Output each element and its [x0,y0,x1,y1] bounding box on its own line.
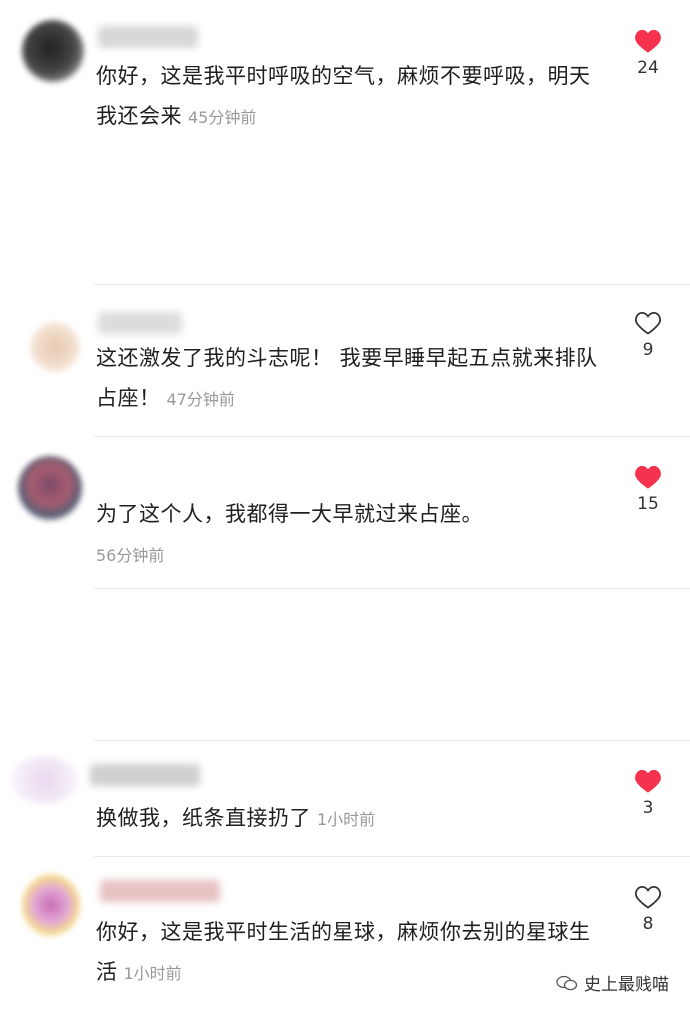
comment-text: 换做我，纸条直接扔了 [96,806,311,830]
divider [94,436,690,437]
avatar[interactable] [22,874,80,936]
comment-time: 47分钟前 [166,390,235,409]
like-count: 9 [642,340,654,360]
comment-body: 换做我，纸条直接扔了 1小时前 [96,798,606,840]
comment-body: 你好，这是我平时生活的星球，麻烦你去别的星球生活 1小时前 [96,912,606,994]
comment-text: 你好，这是我平时呼吸的空气，麻烦不要呼吸，明天我还会来 [96,64,591,128]
comment-body: 你好，这是我平时呼吸的空气，麻烦不要呼吸，明天我还会来 45分钟前 [96,56,606,138]
avatar[interactable] [10,756,80,804]
heart-filled-icon [635,465,661,489]
avatar[interactable] [30,322,80,372]
comment-time: 56分钟前 [96,546,165,565]
like-count: 15 [637,494,659,514]
divider [94,588,690,589]
like-button[interactable]: 9 [624,310,672,360]
heart-filled-icon [635,769,661,793]
username-blurred[interactable] [90,764,200,786]
comment-time: 1小时前 [123,964,182,983]
wechat-icon [556,975,578,990]
heart-filled-icon [635,29,661,53]
divider [94,856,690,857]
watermark: 史上最贱喵 [556,970,669,995]
username-blurred[interactable] [98,312,182,334]
comment-time: 45分钟前 [188,108,257,127]
like-button[interactable]: 8 [624,884,672,934]
like-count: 3 [642,798,654,818]
watermark-text: 史上最贱喵 [584,975,669,995]
comment-body: 为了这个人，我都得一大早就过来占座。 [96,494,606,534]
like-count: 8 [642,914,654,934]
heart-outline-icon [635,311,661,335]
heart-outline-icon [635,885,661,909]
comment-text: 为了这个人，我都得一大早就过来占座。 [96,502,483,526]
like-button[interactable]: 24 [624,28,672,78]
comment-time: 1小时前 [317,810,376,829]
avatar[interactable] [18,456,82,520]
like-button[interactable]: 15 [624,464,672,514]
divider [94,740,690,741]
username-blurred[interactable] [98,26,198,48]
like-count: 24 [637,58,659,78]
username-blurred[interactable] [100,880,220,902]
avatar[interactable] [22,20,84,82]
like-button[interactable]: 3 [624,768,672,818]
divider [94,284,690,285]
comment-body: 这还激发了我的斗志呢！ 我要早睡早起五点就来排队占座！ 47分钟前 [96,338,606,420]
